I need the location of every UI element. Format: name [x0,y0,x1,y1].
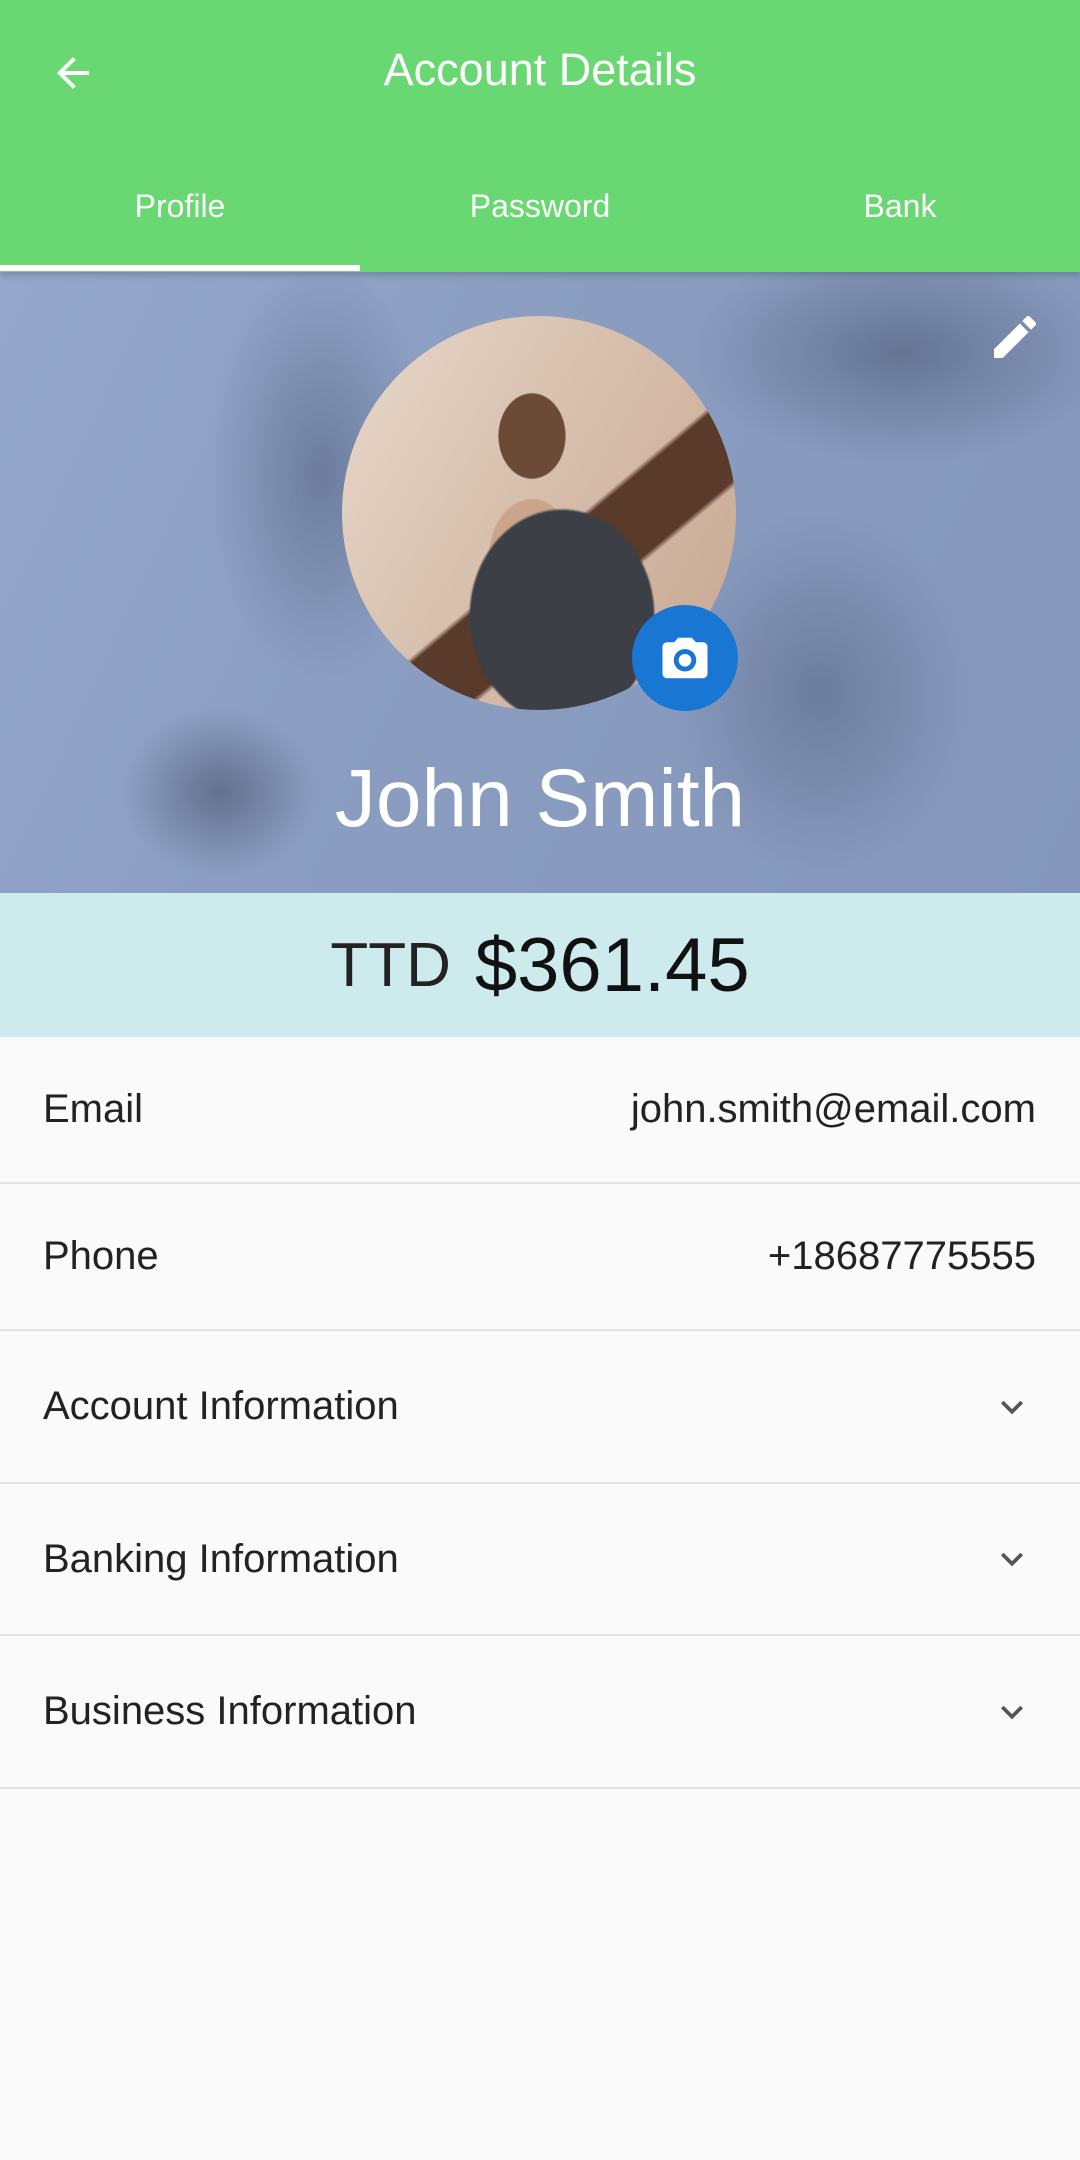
business-information-label: Business Information [43,1689,417,1733]
email-label: Email [43,1087,144,1131]
tab-password-label: Password [469,188,611,224]
account-information-section[interactable]: Account Information [0,1331,1080,1484]
balance-amount: $361.45 [474,922,750,1008]
email-value: john.smith@email.com [630,1087,1036,1131]
account-information-label: Account Information [43,1384,399,1428]
tab-bank-label: Bank [863,188,937,224]
tab-bank[interactable]: Bank [720,160,1080,272]
pencil-icon [994,315,1037,358]
balance-currency: TTD [330,930,451,1000]
chevron-down-icon [988,1688,1036,1736]
camera-icon [662,637,708,679]
banking-information-section[interactable]: Banking Information [0,1484,1080,1636]
chevron-down-icon [988,1383,1036,1431]
edit-profile-button[interactable] [980,302,1050,372]
business-information-section[interactable]: Business Information [0,1636,1080,1789]
tab-password[interactable]: Password [360,160,720,272]
active-tab-indicator [0,265,360,271]
phone-value: +18687775555 [767,1234,1036,1278]
chevron-down-icon [988,1535,1036,1583]
change-photo-button[interactable] [632,605,738,711]
email-row: Email john.smith@email.com [0,1037,1080,1184]
profile-name: John Smith [334,753,746,844]
app-bar: Account Details Profile Password Bank [0,0,1080,272]
balance-bar: TTD $361.45 [0,893,1080,1037]
phone-row: Phone +18687775555 [0,1184,1080,1331]
banking-information-label: Banking Information [43,1536,399,1581]
page-title: Account Details [383,44,697,95]
tab-bar: Profile Password Bank [0,160,1080,272]
tab-profile[interactable]: Profile [0,160,360,272]
tab-profile-label: Profile [134,188,226,224]
phone-label: Phone [43,1234,159,1278]
profile-header: John Smith [0,272,1080,893]
